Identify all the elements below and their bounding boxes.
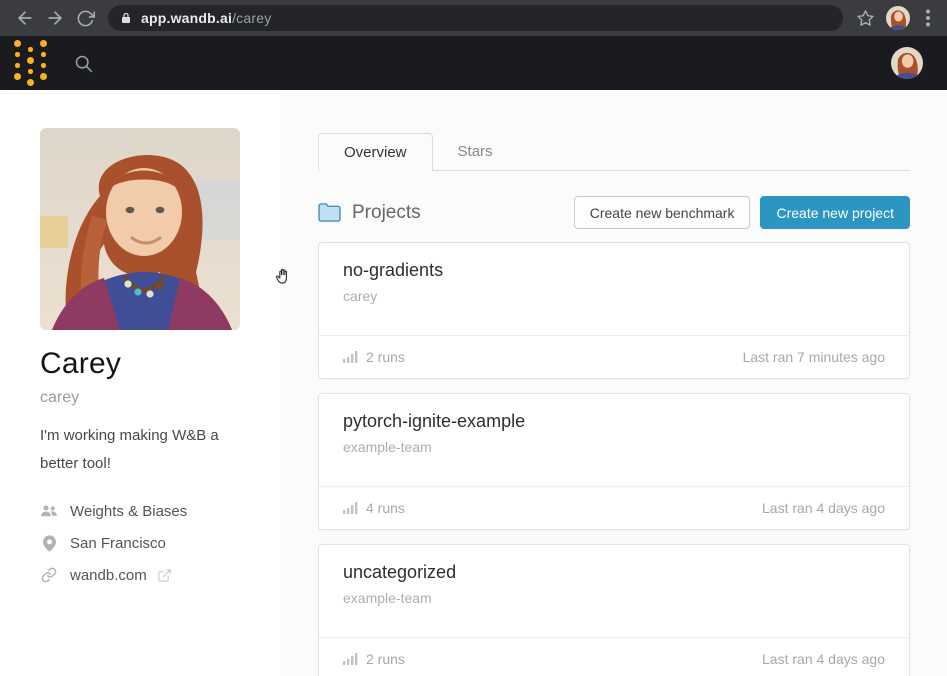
- url-text: app.wandb.ai/carey: [141, 10, 271, 26]
- address-bar[interactable]: app.wandb.ai/carey: [108, 5, 843, 31]
- projects-header: Projects Create new benchmark Create new…: [318, 196, 910, 229]
- project-owner: example-team: [343, 439, 885, 455]
- runs-bars-icon: [343, 351, 358, 363]
- bookmark-star-icon[interactable]: [853, 3, 877, 33]
- url-host: app.wandb.ai: [141, 10, 232, 26]
- profile-sidebar: Carey carey I'm working making W&B a bet…: [0, 90, 280, 676]
- project-title[interactable]: pytorch-ignite-example: [343, 411, 885, 432]
- project-title[interactable]: no-gradients: [343, 260, 885, 281]
- back-icon[interactable]: [10, 3, 40, 33]
- runs-count: 4 runs: [366, 500, 405, 516]
- user-avatar[interactable]: [891, 47, 923, 79]
- runs-count: 2 runs: [366, 651, 405, 667]
- browser-profile-avatar[interactable]: [886, 6, 910, 30]
- tab-bar: Overview Stars: [318, 133, 910, 171]
- website-link[interactable]: wandb.com: [70, 567, 147, 584]
- create-project-button[interactable]: Create new project: [760, 196, 910, 229]
- search-icon[interactable]: [73, 53, 94, 74]
- profile-username: carey: [40, 389, 280, 407]
- runs-bars-icon: [343, 653, 358, 665]
- create-benchmark-button[interactable]: Create new benchmark: [574, 196, 751, 229]
- projects-title: Projects: [352, 202, 421, 224]
- external-link-icon[interactable]: [157, 568, 172, 583]
- profile-bio: I'm working making W&B a better tool!: [40, 422, 236, 478]
- tab-stars[interactable]: Stars: [433, 132, 518, 170]
- url-path: /carey: [232, 10, 271, 26]
- browser-menu-icon[interactable]: [919, 3, 937, 33]
- project-owner: example-team: [343, 590, 885, 606]
- reload-icon[interactable]: [70, 3, 100, 33]
- main-content: Overview Stars Projects Create new bench…: [318, 90, 910, 676]
- forward-icon[interactable]: [40, 3, 70, 33]
- project-list: no-gradients carey 2 runs Last ran 7 min…: [318, 242, 910, 676]
- profile-name: Carey: [40, 347, 280, 381]
- profile-page: Carey carey I'm working making W&B a bet…: [0, 90, 947, 676]
- last-ran: Last ran 4 days ago: [762, 651, 885, 667]
- lock-icon: [120, 11, 132, 25]
- last-ran: Last ran 7 minutes ago: [743, 349, 885, 365]
- profile-website-row: wandb.com: [40, 567, 280, 584]
- project-card[interactable]: pytorch-ignite-example example-team 4 ru…: [318, 393, 910, 530]
- wandb-logo[interactable]: [14, 40, 47, 86]
- location-pin-icon: [40, 535, 58, 552]
- company-label: Weights & Biases: [70, 503, 187, 520]
- last-ran: Last ran 4 days ago: [762, 500, 885, 516]
- folder-icon: [318, 203, 341, 222]
- app-navbar: [0, 36, 947, 90]
- runs-bars-icon: [343, 502, 358, 514]
- people-icon: [40, 504, 58, 518]
- tab-overview[interactable]: Overview: [318, 133, 433, 171]
- project-card[interactable]: no-gradients carey 2 runs Last ran 7 min…: [318, 242, 910, 379]
- profile-photo: [40, 128, 240, 330]
- profile-location-row: San Francisco: [40, 535, 280, 552]
- browser-toolbar: app.wandb.ai/carey: [0, 0, 947, 36]
- profile-company-row: Weights & Biases: [40, 503, 280, 520]
- project-title[interactable]: uncategorized: [343, 562, 885, 583]
- link-icon: [40, 567, 58, 583]
- runs-count: 2 runs: [366, 349, 405, 365]
- project-card[interactable]: uncategorized example-team 2 runs Last r…: [318, 544, 910, 676]
- location-label: San Francisco: [70, 535, 166, 552]
- project-owner: carey: [343, 288, 885, 304]
